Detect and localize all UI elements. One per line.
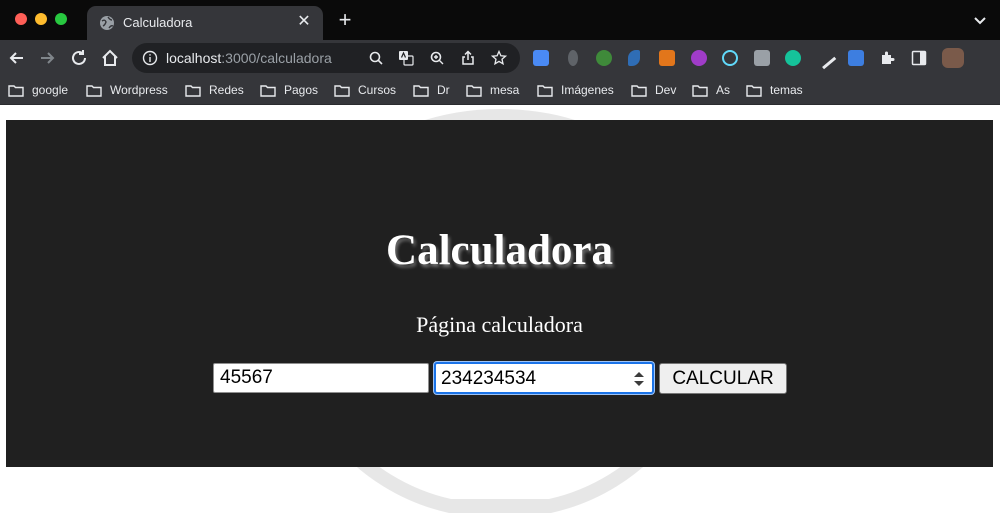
folder-icon (413, 84, 429, 97)
star-icon[interactable] (491, 50, 507, 66)
bookmark-folder[interactable]: temas (746, 82, 803, 98)
bookmark-label: Cursos (358, 83, 397, 97)
folder-icon (86, 84, 102, 97)
translate-icon[interactable] (398, 50, 414, 66)
bookmark-label: As (716, 83, 731, 97)
reload-icon[interactable] (68, 47, 90, 69)
window-close-button[interactable] (15, 13, 27, 25)
bookmark-label: Imágenes (561, 83, 614, 97)
calculator-app: Calculadora Página calculadora CALCULAR (6, 120, 993, 467)
folder-icon (8, 84, 24, 97)
bookmark-label: Redes (209, 83, 244, 97)
extensions-icon[interactable] (879, 50, 895, 66)
window-maximize-button[interactable] (55, 13, 67, 25)
pen-extension-icon[interactable] (813, 46, 837, 70)
bookmark-label: Dev (655, 83, 677, 97)
bookmark-label: Wordpress (110, 83, 168, 97)
translate-extension-icon[interactable] (533, 50, 549, 66)
react-devtools-icon[interactable] (722, 50, 738, 66)
folder-icon (185, 84, 201, 97)
bookmark-folder[interactable]: Dev (631, 82, 676, 98)
bookmark-folder[interactable]: As (692, 82, 730, 98)
folder-icon (746, 84, 762, 97)
browser-tab[interactable]: Calculadora ✕ (87, 6, 323, 40)
folder-icon (334, 84, 350, 97)
bookmark-label: google (32, 83, 69, 97)
bookmark-folder[interactable]: google (8, 82, 68, 98)
url-host: localhost (166, 50, 222, 66)
extension-icon[interactable] (691, 50, 707, 66)
extension-icon[interactable] (568, 50, 578, 66)
bookmark-folder[interactable]: Redes (185, 82, 244, 98)
home-icon[interactable] (99, 47, 121, 69)
bookmark-folder[interactable]: Imágenes (537, 82, 614, 98)
folder-icon (692, 84, 708, 97)
forward-arrow-icon[interactable] (36, 47, 58, 69)
number-input-2[interactable] (441, 367, 621, 391)
number-spinner-icon[interactable] (632, 369, 646, 389)
bookmark-folder[interactable]: Wordpress (86, 82, 168, 98)
feather-extension-icon[interactable] (628, 50, 640, 66)
browser-titlebar: Calculadora ✕ + (0, 0, 1000, 40)
close-icon[interactable]: ✕ (295, 13, 313, 31)
tab-title: Calculadora (123, 15, 193, 30)
folder-icon (260, 84, 276, 97)
bookmark-label: temas (770, 83, 803, 97)
search-icon[interactable] (368, 50, 384, 66)
folder-icon (537, 84, 553, 97)
zoom-icon[interactable] (429, 50, 445, 66)
back-arrow-icon[interactable] (6, 47, 28, 69)
number-input-1[interactable] (213, 363, 429, 393)
number-input-2-wrapper[interactable] (434, 362, 654, 394)
tree-extension-icon[interactable] (596, 50, 612, 66)
extension-icon[interactable] (754, 50, 770, 66)
page-viewport: Calculadora Página calculadora CALCULAR (0, 106, 1000, 527)
globe-icon (100, 16, 114, 30)
url-path: :3000/calculadora (221, 50, 332, 66)
info-icon[interactable] (142, 50, 158, 66)
page-subtitle: Página calculadora (416, 312, 583, 337)
page-title: Calculadora (386, 227, 613, 274)
sidepanel-icon[interactable] (911, 50, 927, 66)
extension-icon[interactable] (848, 50, 864, 66)
bookmark-folder[interactable]: Cursos (334, 82, 396, 98)
plus-icon[interactable]: + (334, 9, 356, 31)
bookmarks-bar: google Wordpress Redes Pagos Cursos Dr m… (0, 76, 1000, 105)
bookmark-folder[interactable]: Pagos (260, 82, 318, 98)
bookmark-folder[interactable]: Dr (413, 82, 450, 98)
url-text: localhost:3000/calculadora (166, 50, 332, 66)
browser-toolbar: localhost:3000/calculadora (0, 40, 1000, 76)
bookmark-label: Dr (437, 83, 450, 97)
bookmark-folder[interactable]: mesa (466, 82, 519, 98)
folder-icon (466, 84, 482, 97)
window-minimize-button[interactable] (35, 13, 47, 25)
bookmark-label: mesa (490, 83, 520, 97)
avatar[interactable] (942, 48, 964, 68)
chevron-down-icon[interactable] (972, 12, 988, 28)
bookmark-label: Pagos (284, 83, 319, 97)
metamask-icon[interactable] (659, 50, 675, 66)
folder-icon (631, 84, 647, 97)
share-icon[interactable] (460, 50, 476, 66)
grammarly-icon[interactable] (785, 50, 801, 66)
address-bar[interactable]: localhost:3000/calculadora (132, 43, 520, 73)
calculate-button[interactable]: CALCULAR (659, 363, 787, 394)
